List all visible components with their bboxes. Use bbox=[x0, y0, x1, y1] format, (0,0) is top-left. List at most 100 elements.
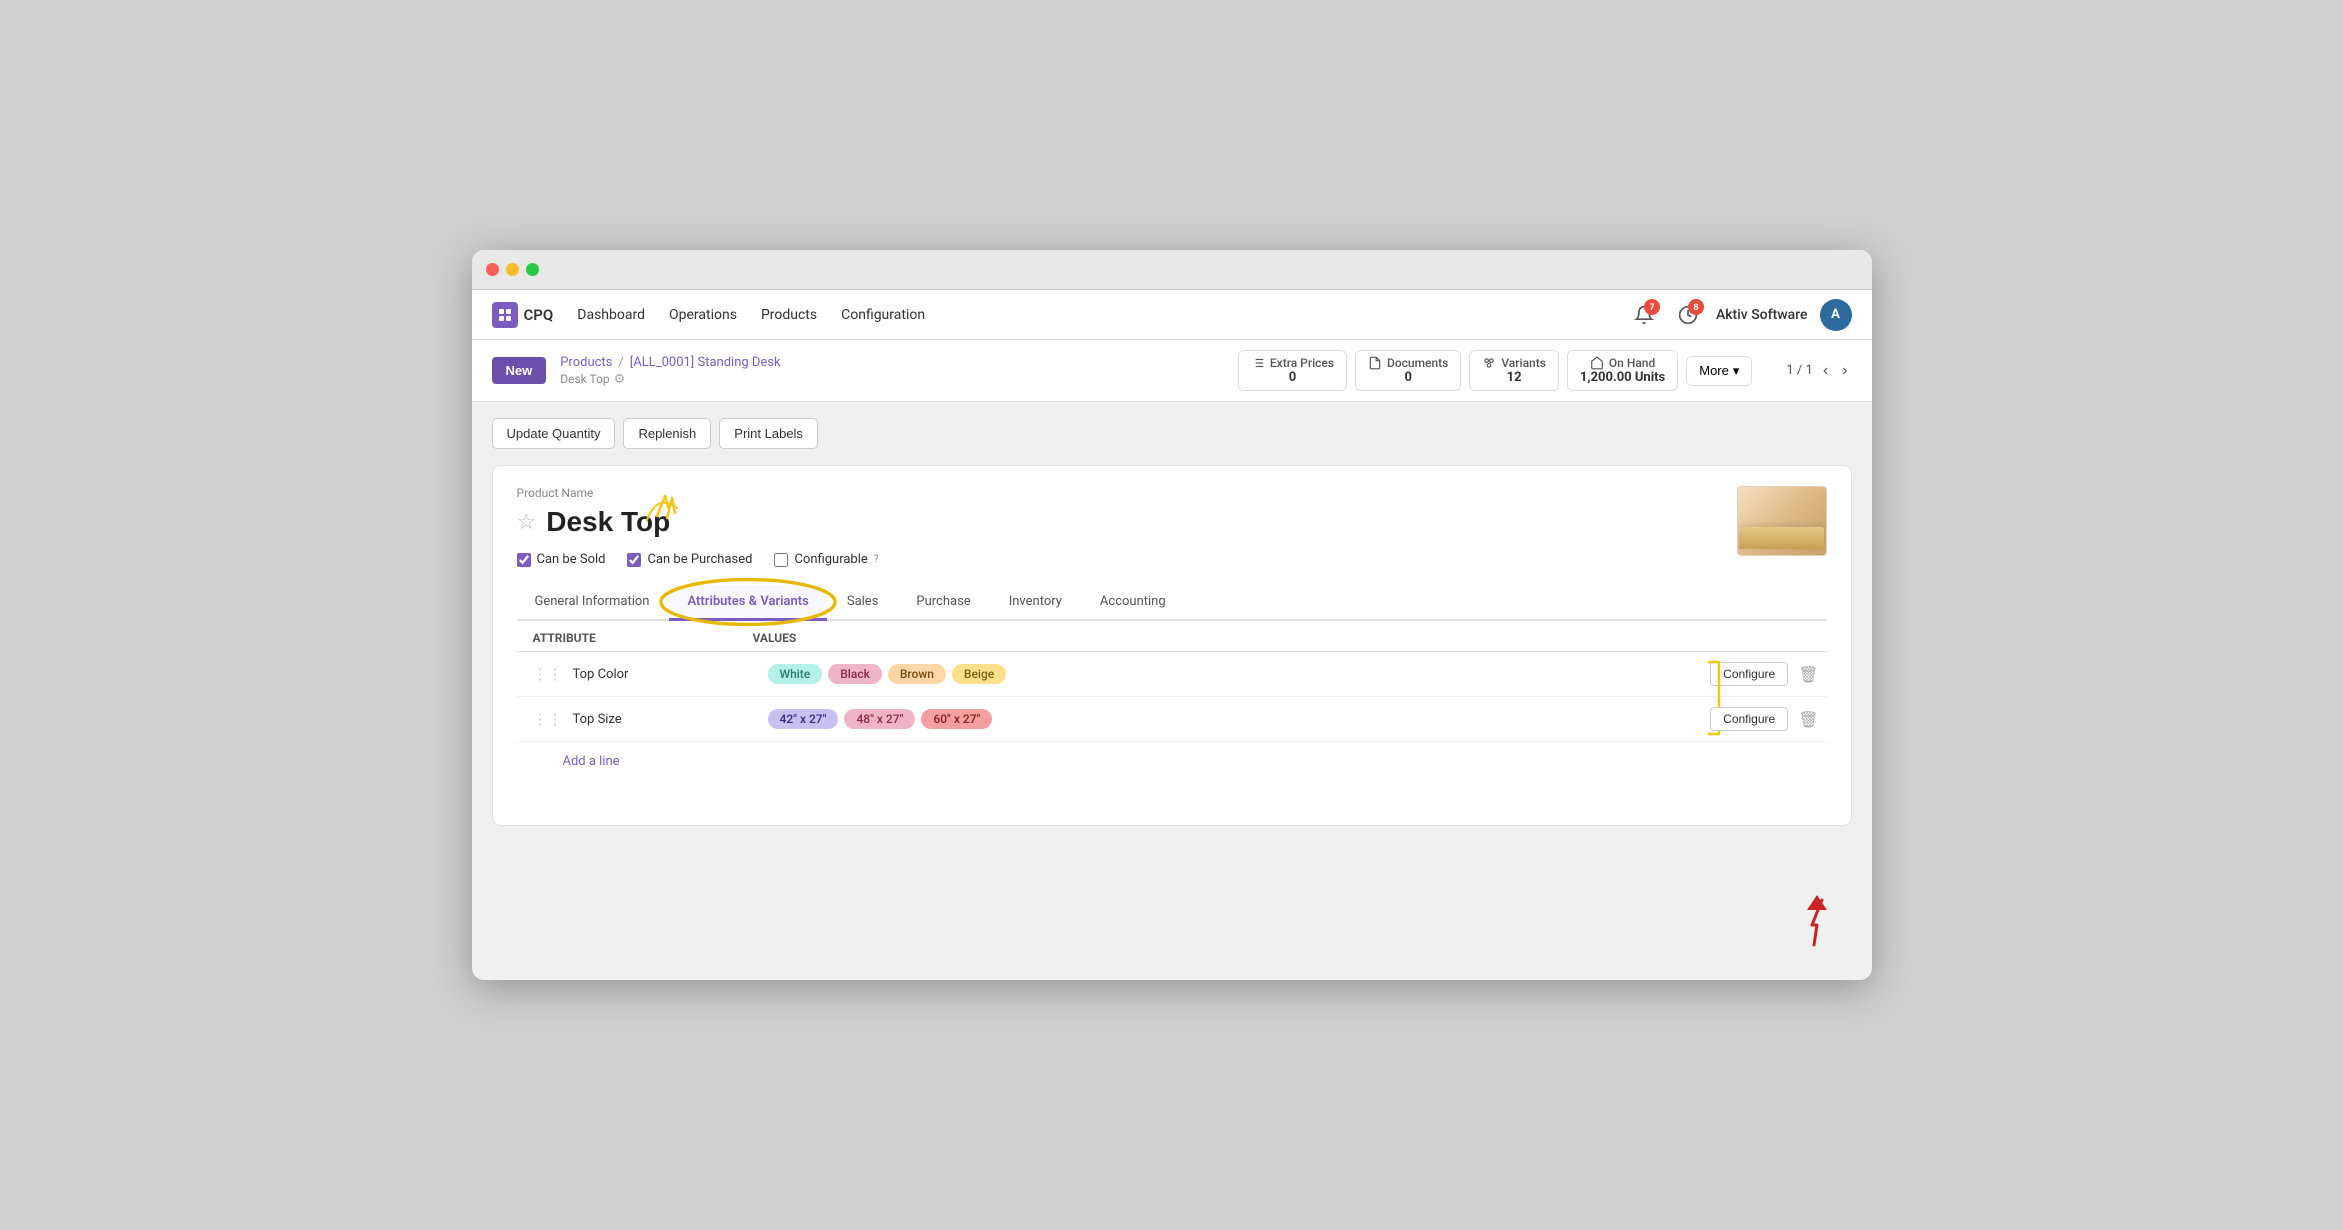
product-flags-row: Can be Sold Can be Purchased Configurabl… bbox=[517, 552, 1827, 567]
configurable-label: Configurable bbox=[794, 552, 867, 567]
variants-label: Variants bbox=[1501, 356, 1546, 370]
value-badge-brown[interactable]: Brown bbox=[888, 664, 946, 684]
on-hand-label: On Hand bbox=[1609, 356, 1655, 370]
table-row: ⋮⋮ Top Size 42" x 27" 48" x 27" 60" x 27… bbox=[517, 697, 1827, 742]
can-be-sold-label: Can be Sold bbox=[537, 552, 606, 567]
tab-general-label: General Information bbox=[535, 594, 650, 609]
tab-inventory-label: Inventory bbox=[1009, 594, 1062, 609]
print-labels-button[interactable]: Print Labels bbox=[719, 418, 818, 449]
drag-handle-icon[interactable]: ⋮⋮ bbox=[533, 710, 563, 728]
product-name-row: ☆ bbox=[517, 506, 1827, 538]
more-label: More bbox=[1699, 363, 1729, 378]
clock-notification-button[interactable]: 8 bbox=[1672, 299, 1704, 331]
main-window: CPQ Dashboard Operations Products Config… bbox=[472, 250, 1872, 980]
drag-handle-icon[interactable]: ⋮⋮ bbox=[533, 665, 563, 683]
value-badge-black[interactable]: Black bbox=[828, 664, 882, 684]
close-button[interactable] bbox=[486, 263, 499, 276]
value-badge-48[interactable]: 48" x 27" bbox=[844, 709, 915, 729]
add-line-row: Add a line bbox=[517, 742, 1827, 785]
configure-button-top-size[interactable]: Configure bbox=[1710, 707, 1788, 731]
add-line-button[interactable]: Add a line bbox=[517, 742, 636, 785]
clock-badge: 8 bbox=[1688, 299, 1704, 315]
configurable-help: ? bbox=[874, 554, 879, 565]
nav-operations[interactable]: Operations bbox=[669, 303, 737, 327]
main-area: Update Quantity Replenish Print Labels P… bbox=[472, 402, 1872, 842]
topnav-right: 7 8 Aktiv Software A bbox=[1628, 299, 1852, 331]
tab-attributes-variants[interactable]: Attributes & Variants bbox=[669, 585, 826, 621]
gear-icon[interactable]: ⚙ bbox=[614, 372, 626, 387]
configurable-input[interactable] bbox=[774, 553, 788, 567]
nav-products[interactable]: Products bbox=[761, 303, 817, 327]
app-logo[interactable]: CPQ bbox=[492, 302, 554, 328]
smart-btn-variants[interactable]: Variants 12 bbox=[1469, 350, 1559, 391]
product-name-input[interactable] bbox=[546, 506, 1826, 538]
titlebar bbox=[472, 250, 1872, 290]
app-name: CPQ bbox=[524, 306, 554, 324]
tab-purchase-label: Purchase bbox=[916, 594, 970, 609]
bell-badge: 7 bbox=[1644, 299, 1660, 315]
product-name-label: Product Name bbox=[517, 486, 1827, 500]
replenish-button[interactable]: Replenish bbox=[623, 418, 711, 449]
tab-general-information[interactable]: General Information bbox=[517, 585, 668, 621]
can-be-purchased-label: Can be Purchased bbox=[647, 552, 752, 567]
maximize-button[interactable] bbox=[526, 263, 539, 276]
bell-notification-button[interactable]: 7 bbox=[1628, 299, 1660, 331]
extra-prices-label: Extra Prices bbox=[1270, 356, 1334, 370]
value-badge-beige[interactable]: Beige bbox=[952, 664, 1006, 684]
can-be-sold-checkbox[interactable]: Can be Sold bbox=[517, 552, 606, 567]
more-button[interactable]: More ▾ bbox=[1686, 356, 1752, 386]
tab-accounting[interactable]: Accounting bbox=[1082, 585, 1184, 621]
pager: 1 / 1 ‹ › bbox=[1786, 360, 1851, 382]
tab-purchase[interactable]: Purchase bbox=[898, 585, 988, 621]
product-form: Product Name ☆ Can be Sold Can be Pu bbox=[492, 465, 1852, 826]
breadcrumb-products[interactable]: Products bbox=[560, 355, 612, 370]
new-button[interactable]: New bbox=[492, 357, 547, 384]
documents-count: 0 bbox=[1404, 370, 1411, 385]
values-list-top-color: White Black Brown Beige bbox=[768, 664, 1711, 684]
breadcrumb: Products / [ALL_0001] Standing Desk bbox=[560, 355, 780, 370]
breadcrumb-current[interactable]: [ALL_0001] Standing Desk bbox=[630, 355, 781, 370]
smart-btn-on-hand[interactable]: On Hand 1,200.00 Units bbox=[1567, 350, 1678, 391]
tab-accounting-label: Accounting bbox=[1100, 594, 1166, 609]
pager-next[interactable]: › bbox=[1838, 360, 1851, 382]
documents-label: Documents bbox=[1387, 356, 1448, 370]
extra-prices-count: 0 bbox=[1289, 370, 1296, 385]
value-badge-60[interactable]: 60" x 27" bbox=[921, 709, 992, 729]
tabs-bar: General Information Attributes & Variant… bbox=[517, 585, 1827, 621]
top-navigation: CPQ Dashboard Operations Products Config… bbox=[472, 290, 1872, 340]
breadcrumb-sep-1: / bbox=[618, 355, 623, 370]
delete-icon-top-color[interactable]: 🗑 bbox=[1798, 665, 1818, 684]
on-hand-count: 1,200.00 Units bbox=[1580, 370, 1665, 385]
nav-configuration[interactable]: Configuration bbox=[841, 303, 925, 327]
update-quantity-button[interactable]: Update Quantity bbox=[492, 418, 616, 449]
tab-attributes-label: Attributes & Variants bbox=[687, 594, 808, 609]
tab-sales[interactable]: Sales bbox=[829, 585, 897, 621]
value-badge-42[interactable]: 42" x 27" bbox=[768, 709, 839, 729]
tab-sales-label: Sales bbox=[847, 594, 879, 609]
favorite-star-icon[interactable]: ☆ bbox=[517, 510, 537, 535]
smart-buttons: Extra Prices 0 Documents 0 bbox=[1238, 350, 1753, 391]
configurable-checkbox[interactable]: Configurable ? bbox=[774, 552, 878, 567]
chevron-down-icon: ▾ bbox=[1733, 363, 1740, 379]
user-avatar[interactable]: A bbox=[1820, 299, 1852, 331]
table-row: ⋮⋮ Top Color White Black Brown Beige Con… bbox=[517, 652, 1827, 697]
can-be-purchased-checkbox[interactable]: Can be Purchased bbox=[627, 552, 752, 567]
delete-icon-top-size[interactable]: 🗑 bbox=[1798, 710, 1818, 729]
smart-btn-documents[interactable]: Documents 0 bbox=[1355, 350, 1461, 391]
row-actions-top-color: Configure 🗑 bbox=[1710, 662, 1818, 686]
action-buttons-row: Update Quantity Replenish Print Labels bbox=[492, 418, 1852, 449]
pager-prev[interactable]: ‹ bbox=[1819, 360, 1832, 382]
nav-dashboard[interactable]: Dashboard bbox=[577, 303, 645, 327]
tab-inventory[interactable]: Inventory bbox=[991, 585, 1080, 621]
variants-icon bbox=[1482, 356, 1496, 370]
document-icon bbox=[1368, 356, 1382, 370]
record-name: Desk Top bbox=[560, 372, 609, 386]
pager-text: 1 / 1 bbox=[1786, 363, 1812, 378]
company-name: Aktiv Software bbox=[1716, 307, 1808, 323]
minimize-button[interactable] bbox=[506, 263, 519, 276]
can-be-sold-input[interactable] bbox=[517, 553, 531, 567]
smart-btn-extra-prices[interactable]: Extra Prices 0 bbox=[1238, 350, 1347, 391]
can-be-purchased-input[interactable] bbox=[627, 553, 641, 567]
configure-button-top-color[interactable]: Configure bbox=[1710, 662, 1788, 686]
value-badge-white[interactable]: White bbox=[768, 664, 823, 684]
